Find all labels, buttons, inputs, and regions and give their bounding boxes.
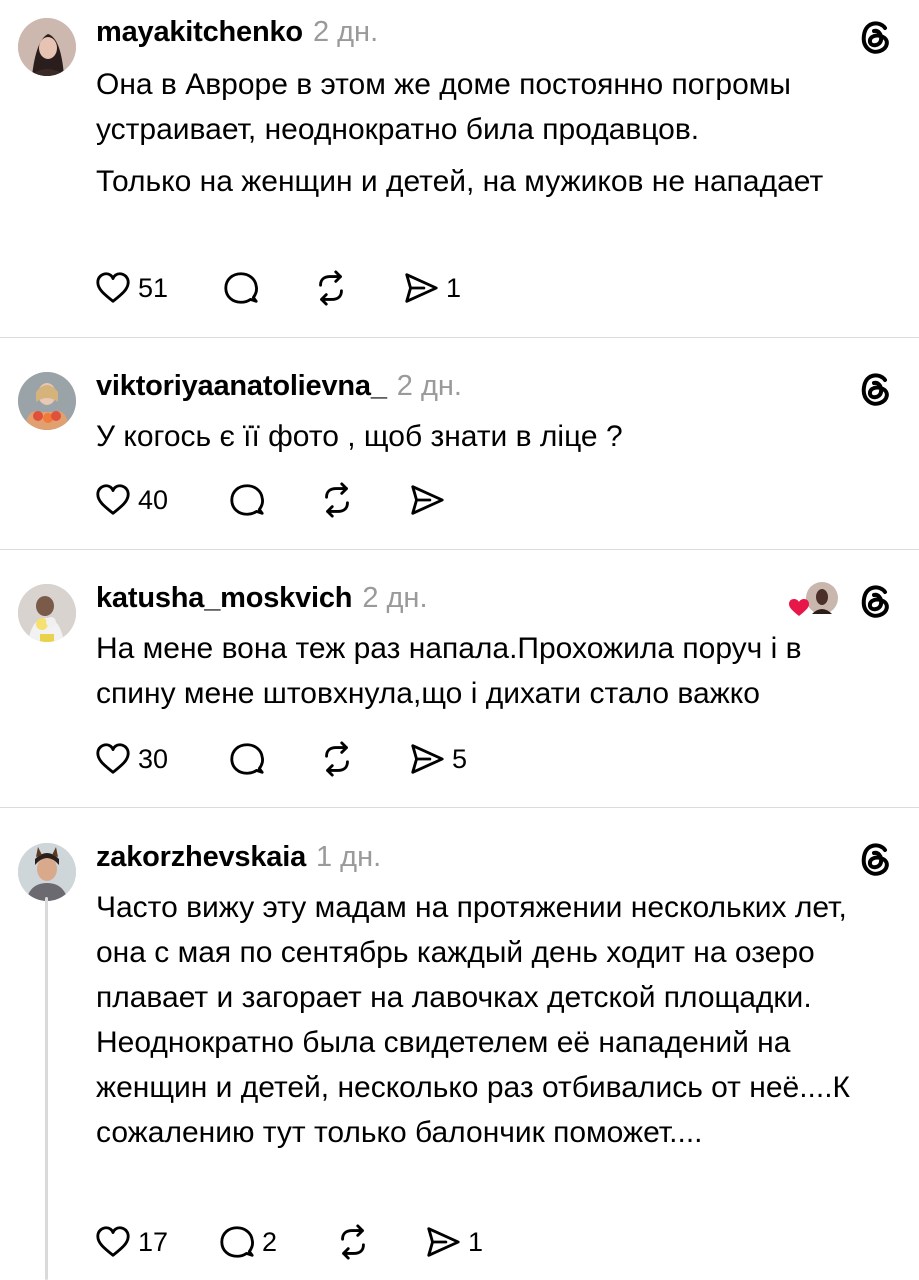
like-count: 30 (138, 743, 169, 774)
post-paragraph: У когось є її фото , щоб знати в ліце ? (96, 420, 623, 453)
reply-button[interactable] (228, 480, 272, 520)
share-count: 1 (446, 272, 462, 303)
like-count: 51 (138, 272, 169, 303)
share-button[interactable] (408, 480, 452, 520)
reply-button[interactable] (222, 268, 266, 308)
repost-icon (341, 1224, 365, 1260)
post-header: viktoriyaanatolievna_ 2 дн. (96, 370, 462, 403)
like-count: 40 (138, 484, 169, 515)
like-button[interactable]: 17 (94, 1222, 168, 1262)
send-icon (427, 1227, 460, 1257)
like-button[interactable]: 40 (94, 480, 168, 520)
repost-button[interactable] (318, 739, 362, 779)
send-icon (411, 744, 444, 774)
thread-line (45, 897, 48, 1280)
threads-logo-icon[interactable] (856, 16, 896, 56)
post-paragraph: На мене вона теж раз напала.Прохожила по… (96, 632, 802, 710)
reply-count: 2 (262, 1226, 278, 1257)
share-button[interactable]: 5 (408, 739, 467, 779)
timestamp: 2 дн. (312, 16, 379, 48)
timestamp: 1 дн. (316, 841, 382, 873)
post-paragraph: Часто вижу эту мадам на протяжении неско… (96, 891, 851, 1149)
timestamp: 2 дн. (396, 370, 462, 402)
share-count: 1 (468, 1226, 484, 1257)
post-paragraph: Только на женщин и детей, на мужиков не … (96, 165, 824, 198)
threads-logo-icon[interactable] (856, 838, 896, 878)
threads-logo-icon[interactable] (856, 368, 896, 408)
threads-logo-icon[interactable] (856, 580, 896, 620)
timestamp: 2 дн. (362, 582, 428, 614)
username[interactable]: viktoriyaanatolievna_ (96, 370, 387, 402)
comment-icon (230, 743, 264, 775)
repost-icon (325, 741, 349, 777)
avatar[interactable] (18, 843, 76, 901)
creator-liked-heart-icon (789, 582, 838, 616)
share-button[interactable]: 1 (424, 1222, 483, 1262)
username[interactable]: katusha_moskvich (96, 582, 353, 614)
reply-button[interactable] (228, 739, 272, 779)
post-header: mayakitchenko 2 дн. (96, 16, 378, 49)
post-header: katusha_moskvich 2 дн. (96, 582, 428, 615)
heart-icon (96, 484, 130, 515)
repost-button[interactable] (318, 480, 362, 520)
username[interactable]: mayakitchenko (96, 16, 303, 48)
send-icon (411, 485, 444, 515)
post-text: У когось є її фото , щоб знати в ліце ? (96, 414, 886, 459)
like-count: 17 (138, 1226, 169, 1257)
repost-button[interactable] (312, 268, 356, 308)
reply-button[interactable]: 2 (218, 1222, 277, 1262)
avatar[interactable] (18, 584, 76, 642)
like-button[interactable]: 51 (94, 268, 168, 308)
avatar[interactable] (18, 372, 76, 430)
share-count: 5 (452, 743, 468, 774)
heart-icon (96, 743, 130, 774)
share-button[interactable]: 1 (402, 268, 461, 308)
post-text: На мене вона теж раз напала.Прохожила по… (96, 626, 886, 716)
username[interactable]: zakorzhevskaia (96, 841, 306, 873)
post-divider (0, 807, 919, 808)
post-paragraph: Она в Авроре в этом же доме постоянно по… (96, 68, 791, 146)
repost-icon (325, 482, 349, 518)
avatar[interactable] (18, 18, 76, 76)
repost-icon (319, 270, 343, 306)
comment-icon (224, 272, 258, 304)
repost-button[interactable] (334, 1222, 378, 1262)
comment-icon (220, 1226, 254, 1258)
post-header: zakorzhevskaia 1 дн. (96, 841, 381, 874)
post-text: Часто вижу эту мадам на протяжении неско… (96, 885, 886, 1155)
post-text: Она в Авроре в этом же доме постоянно по… (96, 62, 886, 204)
comment-icon (230, 484, 264, 516)
heart-icon (96, 272, 130, 303)
like-button[interactable]: 30 (94, 739, 168, 779)
post-divider (0, 337, 919, 338)
heart-icon (96, 1226, 130, 1257)
send-icon (405, 273, 438, 303)
post-divider (0, 549, 919, 550)
